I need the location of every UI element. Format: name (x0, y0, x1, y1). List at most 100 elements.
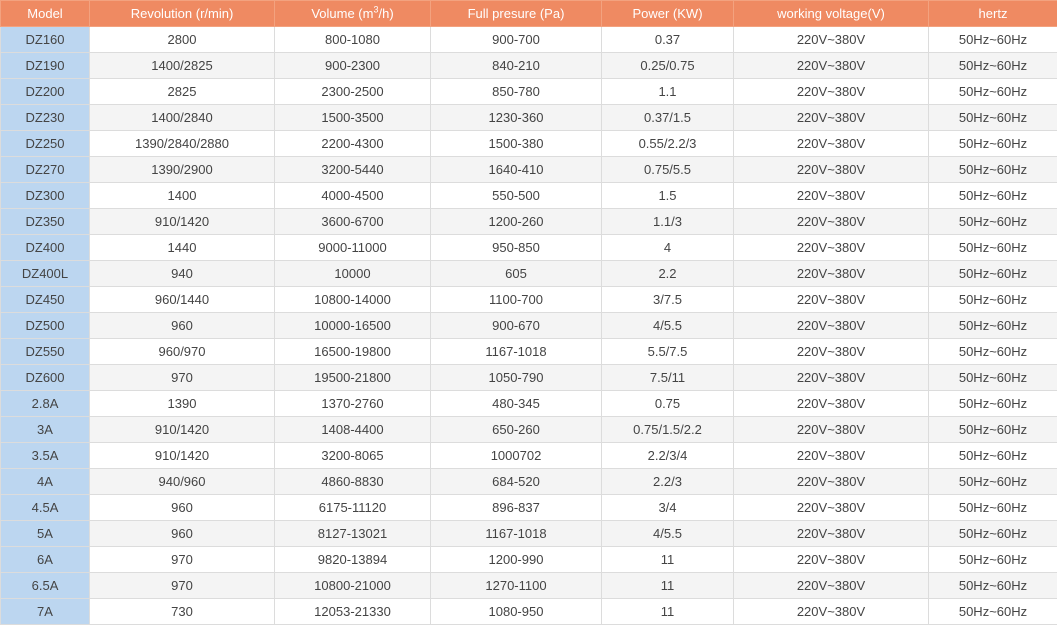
cell-power: 4/5.5 (601, 312, 734, 339)
cell-hertz: 50Hz~60Hz (928, 156, 1057, 183)
table-row: 2.8A 1390 1370-2760 480-345 0.75 220V~380V 50H… (0, 390, 1057, 417)
cell-volume: 8127-13021 (274, 520, 431, 547)
cell-power: 11 (601, 572, 734, 599)
cell-volume: 10800-21000 (274, 572, 431, 599)
cell-model: DZ350 (0, 208, 90, 235)
cell-hertz: 50Hz~60Hz (928, 416, 1057, 443)
cell-power: 0.75 (601, 390, 734, 417)
cell-power: 0.37/1.5 (601, 104, 734, 131)
cell-voltage: 220V~380V (733, 156, 929, 183)
cell-hertz: 50Hz~60Hz (928, 104, 1057, 131)
cell-model: 4.5A (0, 494, 90, 521)
cell-volume: 3200-8065 (274, 442, 431, 469)
cell-voltage: 220V~380V (733, 52, 929, 79)
cell-voltage: 220V~380V (733, 520, 929, 547)
cell-volume: 9000-11000 (274, 234, 431, 261)
table-row: 6A 970 9820-13894 1200-990 11 220V~380V 50Hz~6… (0, 546, 1057, 573)
cell-power: 1.1 (601, 78, 734, 105)
cell-model: DZ500 (0, 312, 90, 339)
cell-revolution: 940 (89, 260, 275, 287)
cell-pressure: 550-500 (430, 182, 602, 209)
cell-revolution: 1390 (89, 390, 275, 417)
cell-model: 6A (0, 546, 90, 573)
cell-revolution: 910/1420 (89, 208, 275, 235)
table-row: 7A 730 12053-21330 1080-950 11 220V~380V 50Hz~… (0, 598, 1057, 625)
cell-model: 7A (0, 598, 90, 625)
cell-volume: 2300-2500 (274, 78, 431, 105)
cell-hertz: 50Hz~60Hz (928, 312, 1057, 339)
cell-voltage: 220V~380V (733, 260, 929, 287)
cell-power: 2.2/3 (601, 468, 734, 495)
cell-power: 0.55/2.2/3 (601, 130, 734, 157)
cell-voltage: 220V~380V (733, 572, 929, 599)
cell-power: 1.5 (601, 182, 734, 209)
cell-hertz: 50Hz~60Hz (928, 26, 1057, 53)
cell-revolution: 1440 (89, 234, 275, 261)
cell-model: DZ250 (0, 130, 90, 157)
cell-voltage: 220V~380V (733, 364, 929, 391)
cell-volume: 1370-2760 (274, 390, 431, 417)
cell-pressure: 1200-990 (430, 546, 602, 573)
cell-revolution: 960 (89, 312, 275, 339)
cell-revolution: 910/1420 (89, 442, 275, 469)
cell-volume: 900-2300 (274, 52, 431, 79)
cell-hertz: 50Hz~60Hz (928, 468, 1057, 495)
cell-voltage: 220V~380V (733, 390, 929, 417)
cell-pressure: 950-850 (430, 234, 602, 261)
cell-power: 11 (601, 598, 734, 625)
cell-revolution: 970 (89, 572, 275, 599)
cell-volume: 16500-19800 (274, 338, 431, 365)
cell-revolution: 1400 (89, 182, 275, 209)
cell-volume: 10000-16500 (274, 312, 431, 339)
cell-pressure: 1167-1018 (430, 520, 602, 547)
cell-power: 0.75/1.5/2.2 (601, 416, 734, 443)
cell-voltage: 220V~380V (733, 234, 929, 261)
cell-revolution: 2825 (89, 78, 275, 105)
cell-power: 0.75/5.5 (601, 156, 734, 183)
cell-pressure: 650-260 (430, 416, 602, 443)
cell-voltage: 220V~380V (733, 26, 929, 53)
header-row: Model Revolution (r/min) Volume (m3/h) F… (0, 0, 1057, 27)
cell-pressure: 1100-700 (430, 286, 602, 313)
header-volume-prefix: Volume (m (311, 6, 374, 21)
cell-power: 3/4 (601, 494, 734, 521)
cell-power: 4/5.5 (601, 520, 734, 547)
cell-power: 2.2/3/4 (601, 442, 734, 469)
table-row: 3A 910/1420 1408-4400 650-260 0.75/1.5/2.2 22… (0, 416, 1057, 443)
cell-model: DZ200 (0, 78, 90, 105)
cell-revolution: 1390/2900 (89, 156, 275, 183)
cell-pressure: 850-780 (430, 78, 602, 105)
cell-volume: 9820-13894 (274, 546, 431, 573)
cell-pressure: 900-700 (430, 26, 602, 53)
cell-revolution: 970 (89, 364, 275, 391)
table-row: 6.5A 970 10800-21000 1270-1100 11 220V~380V 50… (0, 572, 1057, 599)
cell-voltage: 220V~380V (733, 78, 929, 105)
cell-hertz: 50Hz~60Hz (928, 130, 1057, 157)
table-body: DZ160 2800 800-1080 900-700 0.37 220V~380V 50H… (0, 26, 1057, 625)
cell-pressure: 605 (430, 260, 602, 287)
cell-power: 1.1/3 (601, 208, 734, 235)
cell-volume: 800-1080 (274, 26, 431, 53)
cell-volume: 3600-6700 (274, 208, 431, 235)
cell-hertz: 50Hz~60Hz (928, 598, 1057, 625)
cell-volume: 3200-5440 (274, 156, 431, 183)
cell-volume: 10800-14000 (274, 286, 431, 313)
table-row: DZ230 1400/2840 1500-3500 1230-360 0.37/1.5 2… (0, 104, 1057, 131)
cell-model: DZ160 (0, 26, 90, 53)
table-row: DZ200 2825 2300-2500 850-780 1.1 220V~380V 50H… (0, 78, 1057, 105)
cell-hertz: 50Hz~60Hz (928, 182, 1057, 209)
cell-pressure: 1270-1100 (430, 572, 602, 599)
cell-voltage: 220V~380V (733, 104, 929, 131)
cell-volume: 10000 (274, 260, 431, 287)
cell-volume: 1500-3500 (274, 104, 431, 131)
cell-volume: 2200-4300 (274, 130, 431, 157)
cell-volume: 19500-21800 (274, 364, 431, 391)
table-row: DZ350 910/1420 3600-6700 1200-260 1.1/3 220V~… (0, 208, 1057, 235)
cell-pressure: 684-520 (430, 468, 602, 495)
cell-power: 5.5/7.5 (601, 338, 734, 365)
cell-hertz: 50Hz~60Hz (928, 78, 1057, 105)
cell-revolution: 2800 (89, 26, 275, 53)
cell-hertz: 50Hz~60Hz (928, 234, 1057, 261)
cell-revolution: 960/970 (89, 338, 275, 365)
table-row: DZ550 960/970 16500-19800 1167-1018 5.5/7.5 2… (0, 338, 1057, 365)
